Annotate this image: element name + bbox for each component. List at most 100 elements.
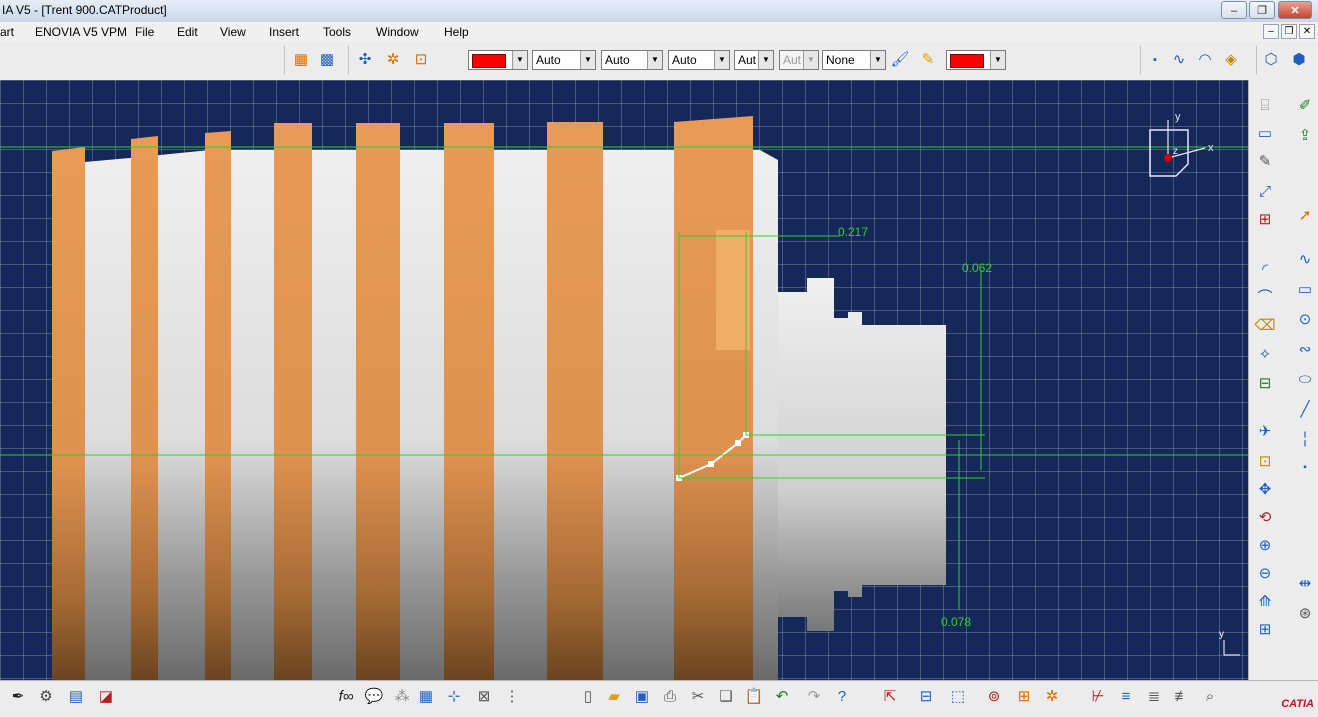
mdi-close-button[interactable]: ✕ — [1299, 24, 1315, 39]
menu-view[interactable]: View — [220, 25, 246, 39]
tag-icon[interactable]: ◈ — [1221, 50, 1241, 70]
new-document-icon[interactable]: ▯ — [578, 687, 598, 707]
macro-icon[interactable]: ◪ — [96, 687, 116, 707]
grid-icon[interactable]: ▦ — [291, 50, 311, 70]
dimensional-constraints-icon[interactable]: ⊡ — [411, 50, 431, 70]
surface-icon[interactable]: ◠ — [1195, 50, 1215, 70]
select-arrow-icon[interactable]: ➚ — [1295, 206, 1315, 226]
axis-icon[interactable]: ╎ — [1295, 430, 1315, 450]
dimension-right-height[interactable]: 0.062 — [962, 261, 992, 275]
render-icon[interactable]: ⊚ — [984, 687, 1004, 707]
analysis-icon[interactable]: ⊬ — [1088, 687, 1108, 707]
dimension-bottom-height[interactable]: 0.078 — [941, 615, 971, 629]
ellipse-icon[interactable]: ⬭ — [1295, 370, 1315, 390]
measure-icon[interactable]: ⇹ — [1295, 574, 1315, 594]
sketcher-icon[interactable]: ✐ — [1295, 96, 1315, 116]
snap-grid-icon[interactable]: ▩ — [317, 50, 337, 70]
painter-icon[interactable]: 🖌 — [890, 50, 910, 70]
mdi-minimize-button[interactable]: – — [1263, 24, 1279, 39]
constraint-icon[interactable]: ⊟ — [1255, 374, 1275, 394]
menu-insert[interactable]: Insert — [269, 25, 299, 39]
sketch-viewport[interactable]: 0.217 0.062 0.078 y x z y — [0, 80, 1248, 680]
settings-gear-icon[interactable]: ⚙ — [36, 687, 56, 707]
rotate-icon[interactable]: ⟲ — [1255, 508, 1275, 528]
report-edit-icon[interactable]: ≢ — [1172, 687, 1192, 707]
line-thickness-combo[interactable]: Auto ▼ — [601, 50, 663, 70]
sketch-pen-icon[interactable]: ✒ — [8, 687, 28, 707]
normal-view-icon[interactable]: ⟰ — [1255, 592, 1275, 612]
rectangle-icon[interactable]: ▭ — [1295, 280, 1315, 300]
menu-file[interactable]: File — [135, 25, 154, 39]
fill-color-combo[interactable]: ▼ — [468, 50, 528, 70]
layer-combo[interactable]: None ▼ — [822, 50, 886, 70]
copy-format-icon[interactable]: ✎ — [918, 50, 938, 70]
open-folder-icon[interactable]: ▰ — [604, 687, 624, 707]
paste-icon[interactable]: 📋 — [744, 687, 764, 707]
arc-icon[interactable]: ◜ — [1255, 260, 1275, 280]
help-icon[interactable]: ? — [832, 687, 852, 707]
zoom-out-icon[interactable]: ⊖ — [1255, 564, 1275, 584]
menu-window[interactable]: Window — [376, 25, 419, 39]
redo-icon[interactable]: ↷ — [804, 687, 824, 707]
restore-window-button[interactable]: ❐ — [1249, 1, 1275, 19]
profile-icon[interactable]: ▭ — [1255, 124, 1275, 144]
pencil-icon[interactable]: ✎ — [1255, 152, 1275, 172]
spline-icon[interactable]: ∿ — [1169, 50, 1189, 70]
menu-edit[interactable]: Edit — [177, 25, 198, 39]
eraser-icon[interactable]: ⌫ — [1254, 316, 1275, 336]
circle-icon[interactable]: ⊙ — [1295, 310, 1315, 330]
spline-icon[interactable]: ∾ — [1295, 340, 1315, 360]
copy-icon[interactable]: ❏ — [716, 687, 736, 707]
fit-all-icon[interactable]: ⊡ — [1255, 452, 1275, 472]
menu-help[interactable]: Help — [444, 25, 469, 39]
transparency-combo[interactable]: Auto ▼ — [532, 50, 596, 70]
point-icon[interactable]: ▪ — [1295, 458, 1315, 478]
fly-icon[interactable]: ✈ — [1255, 422, 1275, 442]
exit-workbench-icon[interactable]: ⌸ — [1255, 96, 1275, 116]
dimension-top-width[interactable]: 0.217 — [838, 225, 868, 239]
constraint-orange-icon[interactable]: ⊞ — [1014, 687, 1034, 707]
compass-widget[interactable]: y x z — [1149, 111, 1214, 177]
construction-icon[interactable]: ✣ — [355, 50, 375, 70]
menu-enovia[interactable]: ENOVIA V5 VPM — [35, 25, 127, 39]
bill-of-material-icon[interactable]: ⊟ — [916, 687, 936, 707]
save-icon[interactable]: ▣ — [632, 687, 652, 707]
pan-icon[interactable]: ✥ — [1255, 480, 1275, 500]
knowledge-icon[interactable]: ⁂ — [392, 687, 412, 707]
conic-icon[interactable]: ⌒ — [1255, 288, 1275, 308]
view-mode-icon[interactable]: ⬚ — [948, 687, 968, 707]
blade-6[interactable] — [444, 123, 494, 680]
print-icon[interactable]: ⎙ — [660, 687, 680, 707]
blade-3[interactable] — [205, 131, 231, 680]
blade-2[interactable] — [131, 136, 158, 680]
line-type-combo[interactable]: Auto ▼ — [668, 50, 730, 70]
symmetry-icon[interactable]: ⟡ — [1255, 344, 1275, 364]
menu-tools[interactable]: Tools — [323, 25, 351, 39]
tree-icon[interactable]: ⊹ — [444, 687, 464, 707]
transform-icon[interactable]: ⤢ — [1255, 182, 1275, 202]
auto-constraint-icon[interactable]: ✲ — [1042, 687, 1062, 707]
point-icon[interactable]: ▪ — [1145, 50, 1165, 70]
line-profile-icon[interactable]: ∿ — [1295, 250, 1315, 270]
analysis-list-icon[interactable]: ≡ — [1116, 687, 1136, 707]
sketch-canvas[interactable]: 0.217 0.062 0.078 y x z y — [0, 80, 1248, 680]
blade-8[interactable] — [674, 116, 753, 680]
geometric-constraints-icon[interactable]: ✲ — [383, 50, 403, 70]
zoom-in-icon[interactable]: ⊕ — [1255, 536, 1275, 556]
undo-icon[interactable]: ↶ — [772, 687, 792, 707]
rotor-shaft[interactable] — [52, 150, 778, 680]
formula-icon[interactable]: f∞ — [336, 687, 356, 707]
comment-icon[interactable]: 💬 — [364, 687, 384, 707]
multi-view-icon[interactable]: ⊞ — [1255, 620, 1275, 640]
menu-start[interactable]: art — [0, 25, 14, 39]
stamp-icon[interactable]: ⊛ — [1295, 604, 1315, 624]
select-icon[interactable]: ⇱ — [880, 687, 900, 707]
blade-1[interactable] — [52, 147, 85, 680]
cube-icon[interactable]: ⬡ — [1261, 50, 1281, 70]
list-icon[interactable]: ⋮ — [502, 687, 522, 707]
lock-icon[interactable]: ⊠ — [474, 687, 494, 707]
catalog-icon[interactable]: ▤ — [66, 687, 86, 707]
point-symbol-combo[interactable]: Aut ▼ — [734, 50, 774, 70]
sketch-point[interactable] — [735, 440, 741, 446]
line-icon[interactable]: ╱ — [1295, 400, 1315, 420]
